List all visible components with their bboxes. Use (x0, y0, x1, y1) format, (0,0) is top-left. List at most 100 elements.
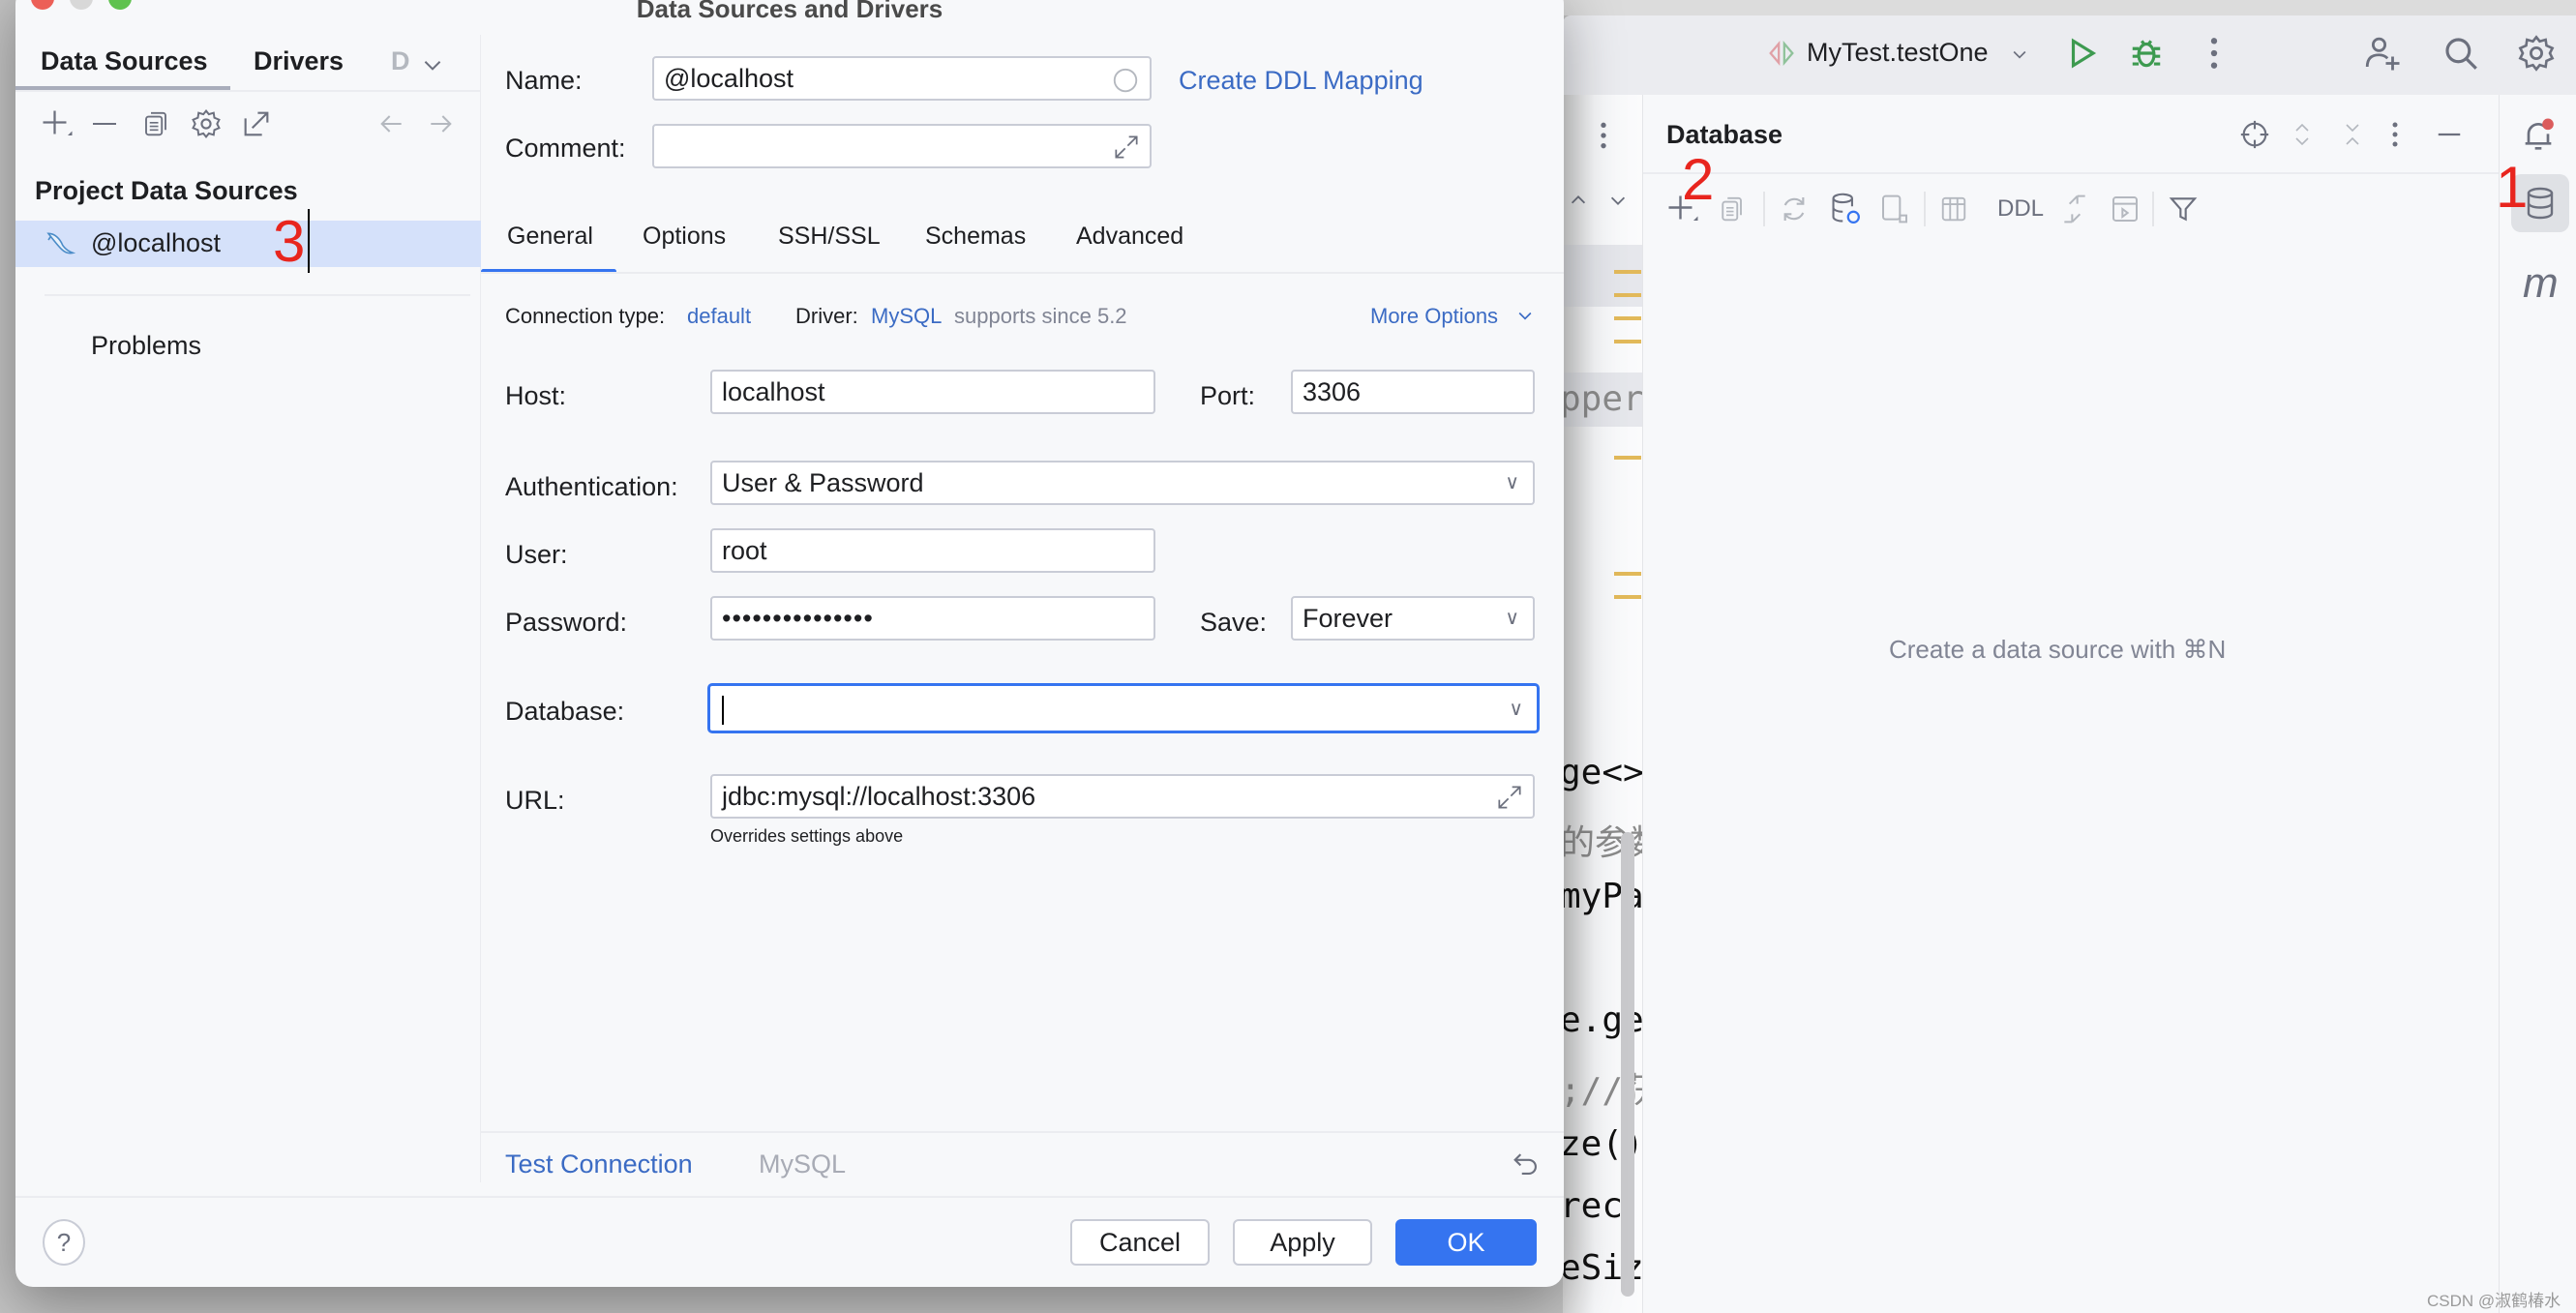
database-panel-title: Database (1666, 120, 1783, 149)
chevron-down-icon[interactable] (420, 52, 445, 77)
notifications-bell-icon[interactable] (2519, 116, 2558, 155)
password-input[interactable]: ••••••••••••••• (710, 596, 1155, 641)
problems-item[interactable]: Problems (91, 331, 201, 361)
text-cursor (722, 696, 724, 725)
warning-marker (1614, 595, 1641, 599)
driver-note: supports since 5.2 (954, 304, 1127, 328)
more-vertical-icon[interactable] (2390, 120, 2400, 149)
text-cursor (308, 209, 310, 273)
editor-scrollbar[interactable] (1621, 832, 1634, 1297)
warning-marker (1614, 340, 1641, 343)
maven-icon[interactable]: m (2523, 259, 2559, 308)
name-input[interactable]: @localhost (652, 56, 1152, 101)
test-connection-link[interactable]: Test Connection (505, 1149, 693, 1179)
comment-label: Comment: (505, 134, 626, 163)
duplicate-icon[interactable] (141, 106, 170, 141)
create-ddl-mapping-link[interactable]: Create DDL Mapping (1179, 66, 1423, 96)
next-highlight-icon[interactable] (1607, 190, 1629, 211)
chevron-down-icon[interactable] (1515, 306, 1535, 325)
run-icon[interactable] (2064, 35, 2101, 72)
jump-to-console-icon[interactable] (1879, 192, 1910, 226)
toolbar-separator (1763, 192, 1765, 226)
cancel-button[interactable]: Cancel (1070, 1219, 1210, 1266)
connection-type-link[interactable]: default (687, 304, 751, 329)
tab-advanced[interactable]: Advanced (1076, 223, 1183, 251)
data-source-item[interactable] (15, 221, 481, 267)
name-value: @localhost (664, 63, 794, 93)
host-value: localhost (722, 376, 825, 406)
search-icon[interactable] (2441, 33, 2481, 74)
tab-options[interactable]: Options (643, 223, 726, 251)
url-hint: Overrides settings above (710, 826, 904, 846)
divider (45, 294, 470, 296)
authentication-label: Authentication: (505, 472, 678, 501)
expand-icon[interactable] (1494, 782, 1525, 813)
forward-arrow-icon[interactable] (426, 108, 457, 139)
more-vertical-icon[interactable] (2205, 35, 2223, 72)
add-icon[interactable] (39, 106, 74, 141)
apply-button[interactable]: Apply (1233, 1219, 1372, 1266)
watermark: CSDN @淑鹤椿水 (2427, 1292, 2561, 1310)
chevron-down-icon: ∨ (1509, 699, 1523, 720)
dialog-title: Data Sources and Drivers (636, 0, 944, 23)
tab-drivers[interactable]: Drivers (254, 46, 344, 76)
name-label: Name: (505, 66, 583, 95)
tab-schemas[interactable]: Schemas (925, 223, 1026, 251)
divider (15, 90, 481, 92)
collapse-all-icon[interactable] (2341, 120, 2364, 149)
warning-marker (1614, 270, 1641, 274)
execute-icon[interactable] (2110, 194, 2141, 224)
database-input[interactable]: ∨ (707, 683, 1540, 733)
port-input[interactable]: 3306 (1291, 370, 1535, 414)
debug-icon[interactable] (2128, 35, 2165, 72)
locate-icon[interactable] (2238, 118, 2271, 151)
driver-footer-label: MySQL (759, 1149, 847, 1179)
port-label: Port: (1200, 381, 1256, 410)
host-input[interactable]: localhost (710, 370, 1155, 414)
expand-all-icon[interactable] (2291, 120, 2314, 149)
tab-overflow[interactable]: D (391, 46, 410, 76)
settings-gear-icon[interactable] (2516, 33, 2557, 74)
back-arrow-icon[interactable] (375, 108, 406, 139)
settings-gear-icon[interactable] (190, 106, 223, 141)
tab-general[interactable]: General (507, 223, 593, 251)
warning-marker (1614, 316, 1641, 320)
run-config-selector[interactable]: MyTest.testOne (1807, 38, 1989, 68)
help-button[interactable]: ? (43, 1219, 85, 1266)
password-value: ••••••••••••••• (722, 603, 874, 633)
warning-marker (1614, 293, 1641, 297)
more-options-link[interactable]: More Options (1370, 304, 1498, 329)
data-source-properties-icon[interactable] (1829, 192, 1862, 226)
open-external-icon[interactable] (240, 106, 273, 141)
chevron-down-icon[interactable] (2010, 45, 2029, 64)
add-user-icon[interactable] (2362, 33, 2403, 74)
toolbar-separator (1924, 192, 1926, 226)
authentication-select[interactable]: User & Password ∨ (710, 461, 1535, 505)
compare-icon[interactable] (2059, 192, 2090, 226)
minimize-icon[interactable] (2435, 120, 2464, 149)
more-vertical-icon[interactable] (1598, 120, 1609, 151)
ddl-button[interactable]: DDL (1997, 195, 2044, 223)
revert-icon[interactable] (1510, 1148, 1543, 1180)
ok-button[interactable]: OK (1395, 1219, 1537, 1266)
table-icon[interactable] (1939, 194, 1968, 224)
url-input[interactable]: jdbc:mysql://localhost:3306 (710, 774, 1535, 819)
color-picker-icon[interactable] (1111, 66, 1140, 95)
tab-ssh-ssl[interactable]: SSH/SSL (778, 223, 881, 251)
previous-highlight-icon[interactable] (1568, 190, 1589, 211)
data-source-name[interactable]: @localhost (91, 228, 221, 258)
expand-icon[interactable] (1111, 132, 1142, 163)
filter-icon[interactable] (2168, 194, 2199, 224)
data-sources-dialog: Data Sources and Drivers Data Sources Dr… (15, 0, 1564, 1287)
code-fragment: pper: (1560, 379, 1643, 419)
comment-input[interactable] (652, 124, 1152, 168)
user-input[interactable]: root (710, 528, 1155, 573)
refresh-icon[interactable] (1779, 194, 1810, 224)
copy-icon[interactable] (1717, 194, 1746, 224)
driver-link[interactable]: MySQL (871, 304, 942, 329)
tab-data-sources[interactable]: Data Sources (41, 46, 208, 76)
warning-marker (1614, 456, 1641, 460)
left-pane (15, 35, 481, 1182)
remove-icon[interactable] (89, 106, 120, 141)
save-select[interactable]: Forever ∨ (1291, 596, 1535, 641)
